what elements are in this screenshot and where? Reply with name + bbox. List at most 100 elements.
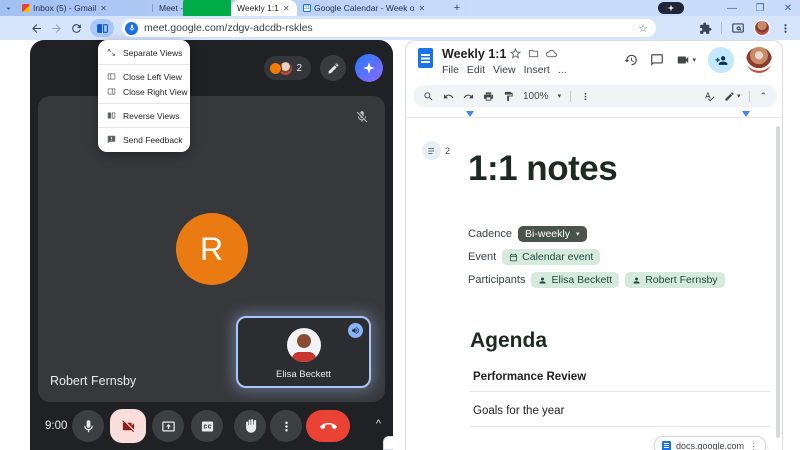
paint-format-icon[interactable] [503,91,514,102]
person-chip[interactable]: Elisa Beckett [531,272,619,288]
mic-button[interactable] [72,410,104,442]
browser-menu-icon[interactable] [779,22,792,35]
tab-close-icon[interactable]: ✕ [283,4,290,13]
present-button[interactable] [152,410,184,442]
tab-gmail[interactable]: Inbox (5) - Gmail ✕ [16,0,152,16]
agenda-item[interactable]: Performance Review [473,371,586,383]
docs-menubar: File Edit View Insert ... [442,64,567,76]
profile-avatar[interactable] [754,20,770,36]
collapse-toolbar-chevron[interactable]: ⌃ [759,91,767,102]
side-panel-search-icon[interactable] [731,21,745,35]
tab-close-icon[interactable]: ✕ [100,4,107,13]
menu-item-separate-views[interactable]: Separate Views [98,45,190,60]
star-document-icon[interactable] [510,48,521,59]
chevron-down-icon: ▾ [576,230,580,238]
field-label: Event [468,251,496,263]
document-title[interactable]: Weekly 1:1 [442,47,506,61]
person-chip[interactable]: Robert Fernsby [625,272,724,288]
forward-button[interactable] [46,18,66,38]
version-history-icon[interactable] [624,53,638,67]
left-indent-marker[interactable] [466,111,474,117]
close-window-button[interactable]: ✕ [782,2,794,14]
agenda-divider [470,391,770,392]
right-indent-marker[interactable] [742,111,750,117]
menu-item-close-left-view[interactable]: Close Left View [98,69,190,84]
print-icon[interactable] [483,91,494,102]
cadence-dropdown-pill[interactable]: Bi-weekly ▾ [518,226,586,242]
zoom-level[interactable]: 100% [523,91,549,102]
meet-icon [183,0,231,16]
url-text[interactable]: meet.google.com/zdgv-adcdb-rskles [144,22,632,34]
raise-hand-button[interactable] [234,410,266,442]
toolbar-divider [570,91,571,102]
participants-pill[interactable]: 2 [264,56,311,80]
menu-view[interactable]: View [493,64,516,76]
document-heading: 1:1 notes [468,149,617,189]
new-tab-button[interactable]: + [449,0,465,16]
zoom-chevron-icon[interactable]: ▾ [558,92,562,100]
menu-edit[interactable]: Edit [467,64,485,76]
menu-insert[interactable]: Insert [524,64,550,76]
calendar-icon [509,253,518,262]
menu-overflow[interactable]: ... [558,64,567,76]
docs-scrollbar[interactable] [776,126,780,438]
share-button[interactable] [708,47,734,73]
comments-icon[interactable] [650,53,664,67]
cadence-row: Cadence Bi-weekly ▾ [468,226,725,242]
search-icon[interactable] [423,91,434,102]
split-view-button[interactable] [90,19,114,37]
move-folder-icon[interactable] [528,48,539,59]
docs-profile-avatar[interactable] [746,47,772,73]
bookmark-star-icon[interactable]: ☆ [638,22,648,35]
back-button[interactable] [26,18,46,38]
docs-pane: Weekly 1:1 File Edit View Insert ... [405,40,783,450]
meet-call-button[interactable]: ▾ [676,53,696,67]
pip-video-tile[interactable]: Elisa Beckett [236,316,371,388]
mic-off-icon [351,106,373,128]
reload-button[interactable] [66,18,86,38]
editing-mode-button[interactable]: ▾ [724,91,741,102]
calendar-event-chip[interactable]: Calendar event [502,249,600,265]
person-icon [632,276,641,285]
docs-header: Weekly 1:1 File Edit View Insert ... [406,41,782,83]
address-bar[interactable]: meet.google.com/zdgv-adcdb-rskles ☆ [122,19,656,37]
agenda-item[interactable]: Goals for the year [473,405,564,417]
mic-permission-icon[interactable] [125,22,138,35]
menu-item-reverse-views[interactable]: Reverse Views [98,108,190,123]
tab-close-icon[interactable]: ✕ [418,4,425,13]
gemini-button[interactable] [355,54,383,82]
controls-collapse-chevron[interactable]: ^ [376,418,381,430]
annotate-button[interactable] [320,55,346,81]
present-screen-icon [161,419,176,434]
redo-icon[interactable] [463,91,474,102]
docs-domain-pill[interactable]: docs.google.com ⋮ [654,436,766,450]
restore-button[interactable]: ❐ [754,2,766,14]
end-call-button[interactable] [306,410,350,442]
more-vert-icon [279,419,294,434]
extensions-icon[interactable] [699,22,712,35]
minimize-button[interactable]: — [726,2,738,14]
undo-icon[interactable] [443,91,454,102]
tab-meet[interactable]: Meet - ✕ [153,0,231,16]
more-options-button[interactable] [270,410,302,442]
participant-count: 2 [296,63,302,74]
document-fields: Cadence Bi-weekly ▾ Event Calendar event… [468,226,725,288]
text-check-icon[interactable] [704,91,715,102]
tab-weekly-doc[interactable]: Weekly 1:1 ✕ [231,0,297,16]
tab-list-chevron-icon[interactable] [0,0,16,16]
camera-off-button[interactable] [110,409,146,443]
tab-organize-button[interactable] [658,2,684,14]
person-icon [538,276,547,285]
toolbar-more-icon[interactable] [580,91,591,102]
participant-avatar [269,62,282,75]
outline-chip[interactable]: 2 [422,141,450,160]
tab-title: Weekly 1:1 [237,3,279,13]
captions-button[interactable] [191,410,223,442]
menu-file[interactable]: File [442,64,459,76]
domain-pill-menu-icon[interactable]: ⋮ [749,441,758,450]
tab-calendar[interactable]: Google Calendar - Week o ✕ [297,0,445,16]
menu-item-send-feedback[interactable]: Send Feedback [98,132,190,147]
menu-item-close-right-view[interactable]: Close Right View [98,84,190,99]
outline-icon[interactable] [422,141,441,160]
browser-window: Inbox (5) - Gmail ✕ Meet - ✕ Weekly 1:1 … [0,0,800,450]
